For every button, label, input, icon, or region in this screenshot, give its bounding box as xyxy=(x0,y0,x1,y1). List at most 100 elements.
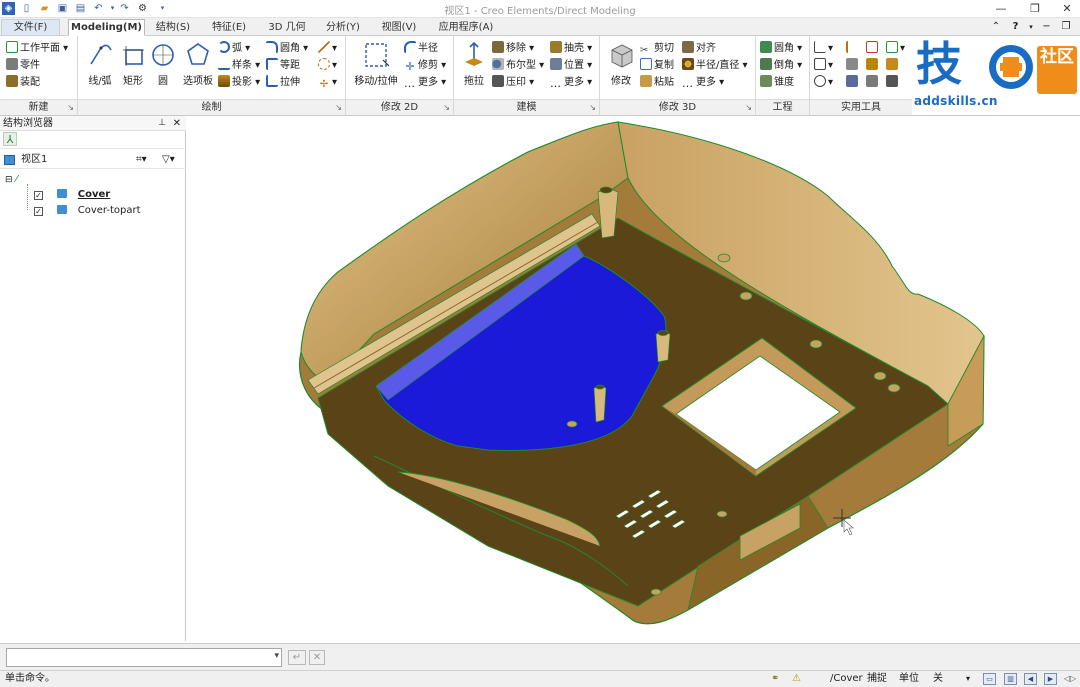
expand-ribbon-icon[interactable]: ⌃ xyxy=(988,19,1004,35)
more-model-button[interactable]: … 更多 ▾ xyxy=(550,74,592,91)
collapse-icon[interactable]: ⊟ xyxy=(5,175,13,185)
remove-button[interactable]: 移除 ▾ xyxy=(492,40,534,57)
project-button[interactable]: 投影 ▾ xyxy=(218,74,260,91)
help-dropdown-icon[interactable]: ▾ xyxy=(1027,19,1035,35)
tab-3d-geometry[interactable]: 3D 几何 xyxy=(260,19,314,36)
next-view-icon[interactable]: ▶ xyxy=(1044,673,1057,685)
ribbon-group-tools: ▾ ▾ ▾ ▾ 实用工具 xyxy=(810,36,912,116)
child-minimize-button[interactable]: − xyxy=(1039,19,1055,35)
chamfer-button[interactable]: 倒角 ▾ xyxy=(760,57,802,74)
library-button[interactable] xyxy=(886,57,900,74)
enter-icon[interactable]: ↵ xyxy=(288,650,306,665)
info-button[interactable]: ▾ xyxy=(814,74,833,91)
position-button[interactable]: 位置 ▾ xyxy=(550,57,592,74)
tab-view[interactable]: 视图(V) xyxy=(372,19,426,36)
construction-line-button[interactable]: ▾ xyxy=(318,40,337,57)
view-name[interactable]: 视区1 xyxy=(21,151,47,169)
offset-button[interactable]: 等距 xyxy=(266,57,300,74)
spline-button[interactable]: 样条 ▾ xyxy=(218,57,260,74)
part-button[interactable]: 零件 xyxy=(6,57,40,74)
restore-button[interactable]: ❐ xyxy=(1024,2,1046,16)
tree-item-cover[interactable]: ✓ Cover xyxy=(34,187,110,203)
palette-button[interactable]: 选项板 xyxy=(178,40,218,87)
command-input[interactable]: ▾ xyxy=(6,648,282,667)
tab-analysis[interactable]: 分析(Y) xyxy=(318,19,368,36)
boolean-button[interactable]: 布尔型 ▾ xyxy=(492,57,544,74)
status-scroll-icon[interactable]: ◁▷ xyxy=(1064,671,1076,687)
shell-button[interactable]: 抽壳 ▾ xyxy=(550,40,592,57)
binoculars-icon[interactable]: ⌗▾ xyxy=(136,151,147,169)
pull-button[interactable]: 拖拉 xyxy=(458,40,490,87)
rectangle-button[interactable]: 矩形 xyxy=(118,40,148,87)
visibility-checkbox[interactable]: ✓ xyxy=(34,191,43,200)
arc-button[interactable]: 弧 ▾ xyxy=(218,40,250,57)
more-2d-button[interactable]: … 更多 ▾ xyxy=(404,74,446,91)
section-button[interactable] xyxy=(846,57,860,74)
check-button[interactable]: ▾ xyxy=(814,57,833,74)
radius-diameter-button[interactable]: 半径/直径 ▾ xyxy=(682,57,748,74)
close-button[interactable]: ✕ xyxy=(1056,2,1078,16)
tree-view-icon[interactable]: ⅄ xyxy=(3,132,17,146)
panel-close-icon[interactable]: ✕ xyxy=(173,116,181,131)
circle-button[interactable]: 圆 xyxy=(150,40,176,87)
group-label-model: 建模 ↘ xyxy=(454,99,599,115)
trim-button[interactable]: ✛ 修剪 ▾ xyxy=(404,57,446,74)
active-part[interactable]: /Cover xyxy=(830,671,863,687)
visibility-checkbox[interactable]: ✓ xyxy=(34,207,43,216)
cut-button[interactable]: ✂ 剪切 xyxy=(640,40,674,57)
clip-button[interactable] xyxy=(846,74,860,91)
imprint-button[interactable]: 压印 ▾ xyxy=(492,74,534,91)
snap-toggle[interactable]: 捕捉 xyxy=(867,671,887,687)
units-button[interactable]: 单位 xyxy=(899,671,919,687)
taper-button[interactable]: 锥度 xyxy=(760,74,794,91)
paste-button[interactable]: 粘贴 xyxy=(640,74,674,91)
tree-item-label: Cover-topart xyxy=(77,205,141,216)
prev-view-icon[interactable]: ◀ xyxy=(1024,673,1037,685)
group-label-draw: 绘制 ↘ xyxy=(78,99,345,115)
label-button[interactable] xyxy=(866,57,880,74)
help-icon[interactable]: ? xyxy=(1008,19,1024,35)
selection-filter-icon[interactable]: ⚭ xyxy=(771,671,779,687)
construction-circle-button[interactable]: ▾ xyxy=(318,57,337,74)
construction-point-button[interactable]: ✢ ▾ xyxy=(318,74,337,91)
child-restore-button[interactable]: ❐ xyxy=(1058,19,1074,35)
report-button[interactable] xyxy=(886,74,900,91)
tab-file[interactable]: 文件(F) xyxy=(1,19,60,36)
tab-feature[interactable]: 特征(E) xyxy=(204,19,254,36)
more-3d-button[interactable]: … 更多 ▾ xyxy=(682,74,724,91)
workplane-button[interactable]: 工作平面 ▾ xyxy=(6,40,68,57)
state-select[interactable]: 关 xyxy=(933,671,943,687)
fillet-2d-button[interactable]: 圆角 ▾ xyxy=(266,40,308,57)
flag-button[interactable] xyxy=(846,40,860,57)
tree-root[interactable]: ⊟ ⁄ xyxy=(5,172,17,188)
radius-button[interactable]: 半径 xyxy=(404,40,438,57)
tree-item-cover-topart[interactable]: ✓ Cover-topart xyxy=(34,203,141,219)
state-dropdown-icon[interactable]: ▾ xyxy=(966,671,970,687)
fillet-2d-icon xyxy=(266,41,278,53)
cancel-command-icon[interactable]: ✕ xyxy=(309,650,325,665)
warning-icon[interactable]: ⚠ xyxy=(792,671,801,687)
line-arc-button[interactable]: 线/弧 xyxy=(82,40,118,87)
align-button[interactable]: 对齐 xyxy=(682,40,716,57)
tab-modeling[interactable]: Modeling(M) xyxy=(68,19,145,36)
snapshot-button[interactable] xyxy=(866,40,880,57)
measure-button[interactable]: ▾ xyxy=(814,40,833,57)
cover-part-model[interactable] xyxy=(188,116,1080,641)
modify-button[interactable]: 修改 xyxy=(604,40,638,87)
stretch-button[interactable]: 拉伸 xyxy=(266,74,300,91)
blend-button[interactable]: 圆角 ▾ xyxy=(760,40,802,57)
minimize-button[interactable]: — xyxy=(990,2,1012,16)
view-layout-icon[interactable]: ▭ xyxy=(983,673,996,685)
view-tile-icon[interactable]: ▥ xyxy=(1004,673,1017,685)
tab-structure[interactable]: 结构(S) xyxy=(148,19,198,36)
settings-button[interactable] xyxy=(866,74,880,91)
pin-icon[interactable]: ⊥ xyxy=(158,116,166,131)
assembly-button[interactable]: 装配 xyxy=(6,74,40,91)
copy-button[interactable]: 复制 xyxy=(640,57,674,74)
filter-icon[interactable]: ▽▾ xyxy=(162,151,175,169)
frame-button[interactable]: ▾ xyxy=(886,40,905,57)
3d-viewport[interactable] xyxy=(188,116,1080,641)
move-stretch-button[interactable]: 移动/拉伸 xyxy=(352,40,400,87)
tab-applications[interactable]: 应用程序(A) xyxy=(430,19,502,36)
command-dropdown-icon[interactable]: ▾ xyxy=(274,651,279,661)
